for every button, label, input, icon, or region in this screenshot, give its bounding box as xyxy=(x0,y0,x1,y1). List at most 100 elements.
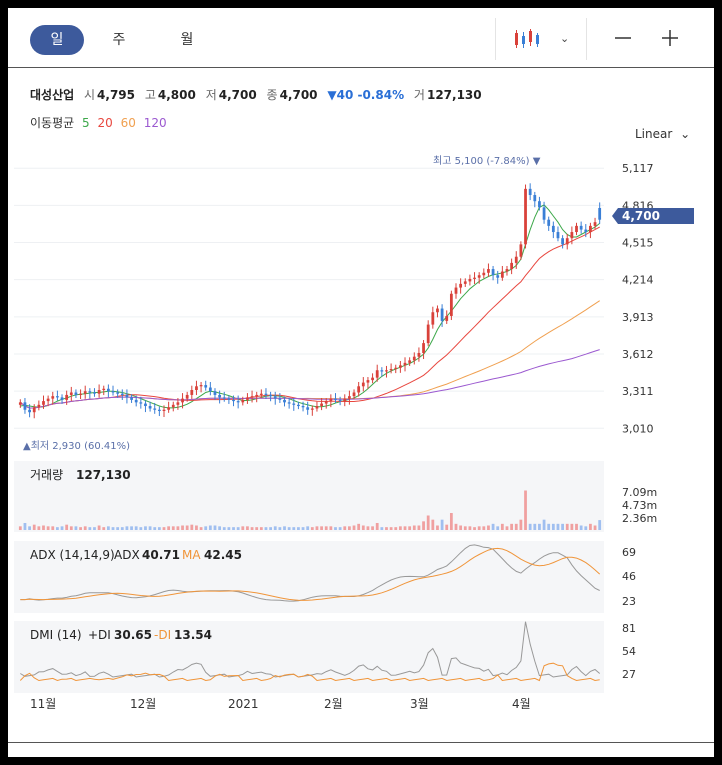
volume-bar xyxy=(524,490,527,530)
volume-bar xyxy=(181,525,184,530)
volume-bar xyxy=(408,526,412,530)
price-tick-label: 4,515 xyxy=(622,237,654,250)
volume-bar xyxy=(222,527,226,530)
candle-body xyxy=(500,271,504,278)
candle-body xyxy=(454,287,458,294)
volume-bar xyxy=(269,527,272,530)
volume-bar xyxy=(551,523,555,530)
volume-bar xyxy=(213,525,217,530)
candle-body xyxy=(514,256,518,263)
volume-bar xyxy=(431,519,435,530)
time-axis: 11월 12월 2021 2월 3월 4월 xyxy=(30,697,531,711)
volume-bar xyxy=(487,525,490,530)
volume-bar xyxy=(18,526,22,530)
time-axis-label: 4월 xyxy=(512,697,531,711)
candle-body xyxy=(334,398,337,400)
adx-ma-value: 42.45 xyxy=(204,548,242,562)
plus-di-value: 30.65 xyxy=(114,628,152,642)
volume-bar xyxy=(139,527,143,530)
candle-body xyxy=(593,222,597,226)
divider xyxy=(8,742,714,743)
candle-body xyxy=(171,404,175,408)
volume-bar xyxy=(380,527,384,530)
candle-body xyxy=(97,390,101,394)
volume-bar xyxy=(528,523,532,530)
candle-body xyxy=(218,394,222,398)
candle-body xyxy=(445,315,449,321)
candle-body xyxy=(468,278,472,282)
plus-di-name: +DI xyxy=(88,628,111,642)
candle-body xyxy=(83,391,87,394)
candle-body xyxy=(338,399,342,402)
volume-bar xyxy=(417,525,421,530)
volume-bar xyxy=(598,520,602,530)
volume-bar xyxy=(338,527,342,530)
candle-body xyxy=(273,396,277,399)
volume-bar xyxy=(236,527,240,530)
candle-body xyxy=(148,406,152,409)
candle-body xyxy=(533,195,537,202)
volume-bar xyxy=(134,526,138,530)
price-axis: 3,0103,3113,6123,9134,2144,5154,8165,117 xyxy=(622,162,654,435)
volume-bar xyxy=(97,525,101,530)
moving-average-line xyxy=(19,349,600,409)
candle-body xyxy=(181,398,184,403)
volume-bar xyxy=(463,526,467,530)
volume-bar xyxy=(426,515,430,530)
candle-body xyxy=(505,269,509,272)
candle-body xyxy=(584,229,588,233)
volume-bar xyxy=(199,527,203,530)
candle-body xyxy=(213,391,217,395)
candle-body xyxy=(380,370,384,372)
candle-body xyxy=(449,293,453,316)
candle-body xyxy=(315,406,319,409)
volume-bar xyxy=(436,525,439,530)
adx-tick: 46 xyxy=(622,570,636,583)
candle-body xyxy=(134,399,138,403)
candle-body xyxy=(551,225,555,233)
candle-body xyxy=(204,385,208,388)
volume-bar xyxy=(204,526,208,530)
volume-bar xyxy=(106,526,110,530)
candle-body xyxy=(436,308,439,313)
candle-body xyxy=(208,387,212,392)
candle-body xyxy=(510,262,514,270)
volume-bar xyxy=(65,524,69,530)
volume-tick: 4.73m xyxy=(622,499,657,512)
candle-body xyxy=(139,402,143,404)
volume-bar xyxy=(37,526,41,530)
candle-body xyxy=(398,365,402,368)
volume-bar xyxy=(496,526,500,530)
volume-bar xyxy=(292,527,296,530)
volume-bar xyxy=(218,526,222,530)
volume-bar xyxy=(533,523,537,530)
current-price: 4,700 xyxy=(622,209,660,223)
volume-bar xyxy=(561,523,564,530)
volume-bar xyxy=(125,526,129,530)
candle-body xyxy=(246,397,249,400)
candle-body xyxy=(575,225,578,233)
candle-body xyxy=(227,398,231,400)
volume-bar xyxy=(111,527,115,530)
volume-bar xyxy=(584,526,588,530)
candle-body xyxy=(426,324,430,344)
minus-di-value: 13.54 xyxy=(174,628,212,642)
chart-canvas[interactable]: 3,0103,3113,6123,9134,2144,5154,8165,117… xyxy=(8,8,714,757)
dmi-tick: 54 xyxy=(622,645,636,658)
volume-bar xyxy=(93,527,96,530)
volume-bar xyxy=(570,523,574,530)
candle-body xyxy=(60,397,64,400)
volume-bar xyxy=(343,526,347,530)
volume-bar xyxy=(56,527,59,530)
volume-bar xyxy=(398,526,402,530)
time-axis-label: 12월 xyxy=(130,697,156,711)
volume-bar xyxy=(320,526,323,530)
candle-body xyxy=(51,396,55,399)
volume-bar xyxy=(162,527,166,530)
volume-bar xyxy=(366,526,370,530)
candle-body xyxy=(292,403,296,405)
volume-bar xyxy=(385,527,388,530)
volume-bar xyxy=(454,523,458,530)
volume-bar xyxy=(445,524,449,530)
volume-bar xyxy=(83,526,87,530)
